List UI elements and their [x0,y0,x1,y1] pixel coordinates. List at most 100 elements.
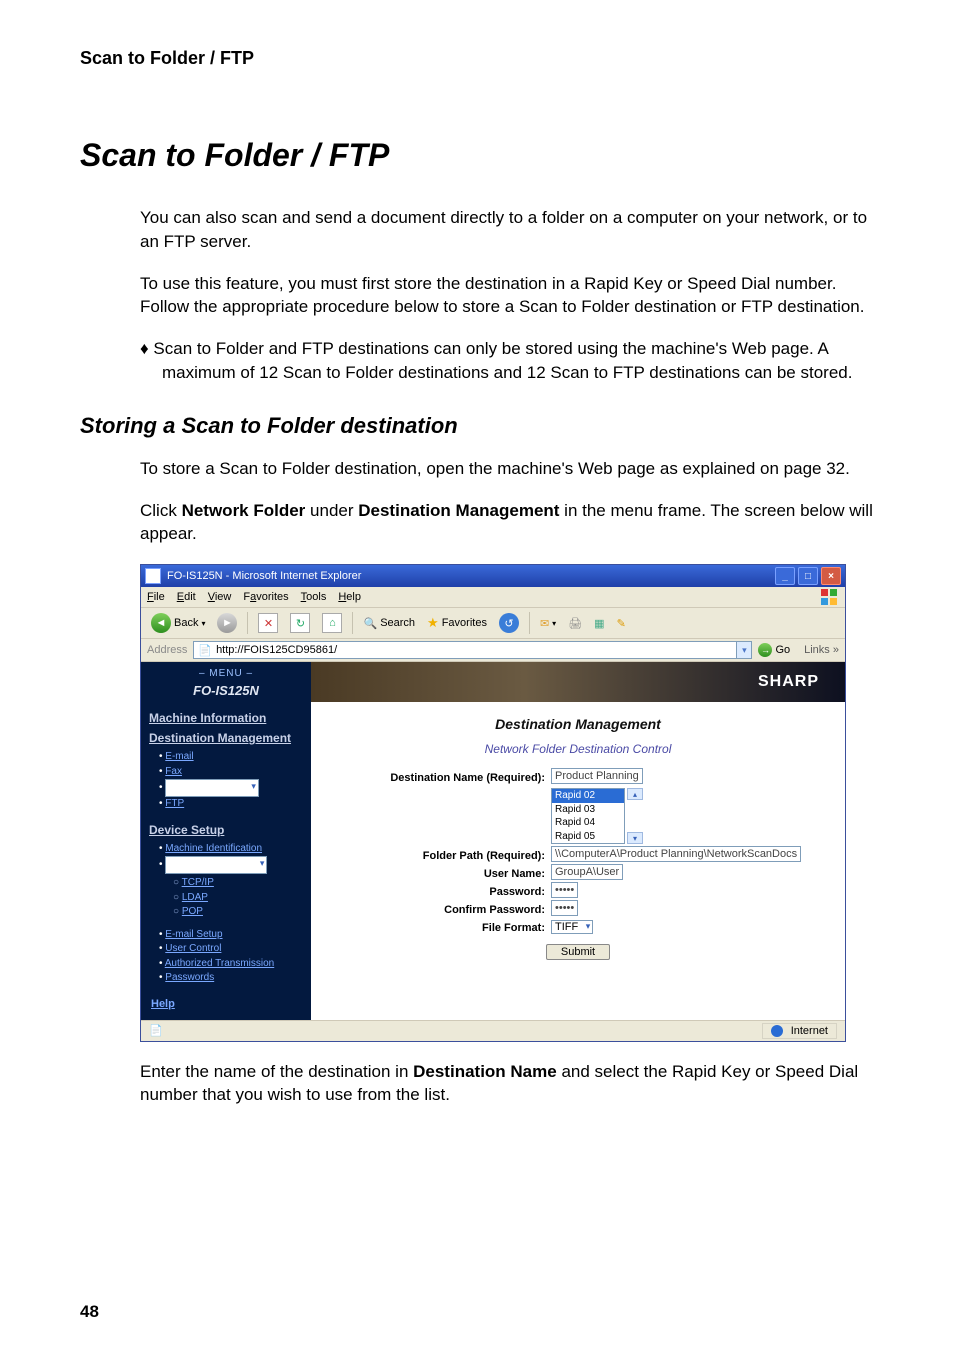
sidebar-device-name: FO-IS125N [141,683,311,698]
address-input[interactable]: 📄http://FOIS125CD95861/ ▾ [193,641,752,659]
sidebar-item-email-setup[interactable]: E-mail Setup [159,928,311,943]
sidebar-item-user-control[interactable]: User Control [159,942,311,957]
scroll-down-icon[interactable]: ▾ [627,832,643,844]
sidebar-item-tcpip[interactable]: TCP/IP [173,876,311,891]
window-close-button[interactable]: × [821,567,841,585]
window-minimize-button[interactable]: _ [775,567,795,585]
status-done-icon: 📄 [149,1024,163,1037]
list-item[interactable]: Rapid 05 [552,830,624,844]
input-destination-name[interactable]: Product Planning [551,768,643,784]
forward-button[interactable]: ► [213,611,241,635]
print-button[interactable]: 🖨 [564,611,586,635]
sidebar-item-fax[interactable]: Fax [159,765,311,780]
step-2-pre: Click [140,501,182,520]
edit-ext-button[interactable]: ▦ [590,611,608,635]
listbox-scroll[interactable]: ▴▾ [627,788,641,844]
trailing-para: Enter the name of the destination in Des… [140,1060,874,1108]
refresh-button[interactable]: ↻ [286,611,314,635]
sidebar-device-setup[interactable]: Device Setup [141,820,311,840]
stop-button[interactable]: ✕ [254,611,282,635]
windows-logo-icon [819,589,839,605]
ie-icon [145,568,161,584]
scroll-up-icon[interactable]: ▴ [627,788,643,800]
input-confirm-password[interactable]: ••••• [551,900,578,916]
toolbar-separator [247,612,248,634]
content-pane: SHARP Destination Management Network Fol… [311,662,845,1019]
trailing-bold: Destination Name [413,1062,557,1081]
step-1: To store a Scan to Folder destination, o… [140,457,874,481]
page-number: 48 [80,1302,99,1322]
menu-tools[interactable]: Tools [301,591,327,603]
intro-para-1: You can also scan and send a document di… [140,206,874,254]
list-item[interactable]: Rapid 04 [552,816,624,830]
label-destination-name: Destination Name (Required): [367,770,551,784]
sidebar-item-network-settings[interactable]: Network Settings TCP/IP LDAP POP [159,856,311,919]
toolbar-separator [352,612,353,634]
step-2: Click Network Folder under Destination M… [140,499,874,547]
brand-logo: SHARP [758,673,819,691]
address-value: http://FOIS125CD95861/ [216,644,337,656]
discuss-button[interactable]: ✎ [613,611,630,635]
home-button[interactable]: ⌂ [318,611,346,635]
window-maximize-button[interactable]: □ [798,567,818,585]
address-bar: Address 📄http://FOIS125CD95861/ ▾ →Go Li… [141,639,845,662]
go-button[interactable]: →Go [758,643,790,657]
label-confirm-password: Confirm Password: [367,902,551,916]
h1-title: Scan to Folder / FTP [80,137,874,174]
sidebar-item-pop[interactable]: POP [173,905,311,920]
bullet-note: ♦ Scan to Folder and FTP destinations ca… [140,337,874,385]
step-2-b2: Destination Management [358,501,559,520]
toolbar-separator [529,612,530,634]
status-zone: Internet [762,1023,837,1039]
label-rapid-list [367,788,551,790]
window-title-bar[interactable]: FO-IS125N - Microsoft Internet Explorer … [141,565,845,587]
list-item[interactable]: Rapid 03 [552,803,624,817]
sidebar-item-auth-trans[interactable]: Authorized Transmission [159,957,311,972]
embedded-browser-window: FO-IS125N - Microsoft Internet Explorer … [140,564,846,1041]
menu-help[interactable]: Help [338,591,361,603]
webpage-body: – MENU – FO-IS125N Machine Information D… [141,662,845,1019]
sidebar-item-ldap[interactable]: LDAP [173,891,311,906]
menu-favorites[interactable]: Favorites [243,591,288,603]
h2-title: Storing a Scan to Folder destination [80,413,874,439]
sidebar-menu-header: – MENU – [141,668,311,679]
input-user-name[interactable]: GroupA\User [551,864,623,880]
links-label[interactable]: Links » [804,644,839,656]
sidebar-help[interactable]: Help [141,994,311,1014]
back-button[interactable]: ◄Back▾ [147,611,209,635]
sidebar-machine-info[interactable]: Machine Information [141,708,311,728]
history-button[interactable]: ↺ [495,611,523,635]
running-head: Scan to Folder / FTP [80,48,874,69]
status-bar: 📄 Internet [141,1020,845,1041]
sidebar-item-email[interactable]: E-mail [159,750,311,765]
sidebar-item-network-folder[interactable]: Network Folder [159,779,311,797]
favorites-button[interactable]: ★Favorites [423,611,491,635]
input-password[interactable]: ••••• [551,882,578,898]
sidebar-item-ftp[interactable]: FTP [159,797,311,812]
rapid-key-listbox[interactable]: Rapid 02 Rapid 03 Rapid 04 Rapid 05 [551,788,625,844]
input-folder-path[interactable]: \\ComputerA\Product Planning\NetworkScan… [551,846,801,862]
address-dropdown-icon[interactable]: ▾ [736,642,751,658]
destination-form: Destination Name (Required): Product Pla… [367,770,821,934]
sidebar-item-machine-id[interactable]: Machine Identification [159,842,311,857]
intro-para-2: To use this feature, you must first stor… [140,272,874,320]
browser-toolbar: ◄Back▾ ► ✕ ↻ ⌂ 🔍Search ★Favorites ↺ ✉▾ 🖨… [141,608,845,639]
navigation-sidebar: – MENU – FO-IS125N Machine Information D… [141,662,311,1019]
window-title: FO-IS125N - Microsoft Internet Explorer [167,570,775,582]
step-2-mid: under [305,501,358,520]
content-subtitle: Network Folder Destination Control [311,742,845,756]
menu-file[interactable]: FFileile [147,591,165,603]
submit-button[interactable]: Submit [546,944,610,960]
trailing-pre: Enter the name of the destination in [140,1062,413,1081]
sidebar-item-passwords[interactable]: Passwords [159,971,311,986]
menu-edit[interactable]: Edit [177,591,196,603]
search-button[interactable]: 🔍Search [359,611,419,635]
select-file-format[interactable]: TIFF [551,920,593,934]
list-item[interactable]: Rapid 02 [552,789,624,803]
banner: SHARP [311,662,845,702]
content-title: Destination Management [311,716,845,732]
menu-view[interactable]: View [208,591,232,603]
sidebar-dest-mgmt[interactable]: Destination Management [141,728,311,748]
mail-button[interactable]: ✉▾ [536,611,560,635]
browser-menu-bar: FFileile Edit View Favorites Tools Help [141,587,845,608]
